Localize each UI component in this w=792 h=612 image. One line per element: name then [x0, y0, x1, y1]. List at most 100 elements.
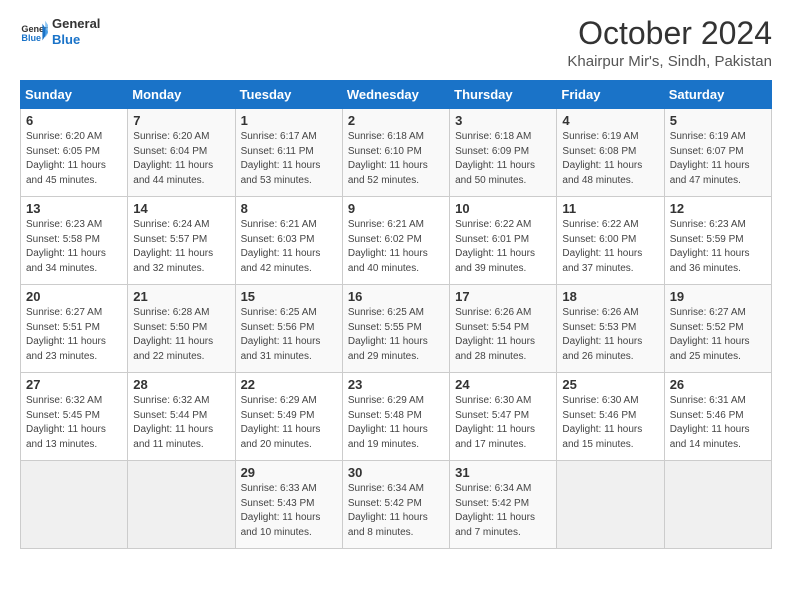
day-info: Sunrise: 6:29 AMSunset: 5:48 PMDaylight:…	[348, 394, 444, 452]
table-row: 13Sunrise: 6:23 AMSunset: 5:58 PMDayligh…	[21, 197, 128, 285]
table-row: 8 Sunrise: 6:21 AMSunset: 6:03 PMDaylight…	[235, 197, 342, 285]
header: General Blue General Blue October 2024 K…	[20, 16, 772, 70]
day-number: 27	[26, 377, 122, 392]
table-row: 18 Sunrise: 6:26 AMSunset: 5:53 PMDayligh…	[557, 285, 664, 373]
table-row: 25 Sunrise: 6:30 AMSunset: 5:46 PMDayligh…	[557, 373, 664, 461]
table-row: 27 Sunrise: 6:32 AMSunset: 5:45 PMDayligh…	[21, 373, 128, 461]
svg-text:Blue: Blue	[21, 33, 41, 43]
day-info: Sunrise: 6:25 AMSunset: 5:56 PMDaylight:…	[241, 306, 337, 364]
calendar-table: Sunday Monday Tuesday Wednesday Thursday…	[20, 80, 772, 549]
table-row: 14 Sunrise: 6:24 AMSunset: 5:57 PMDayligh…	[128, 197, 235, 285]
header-saturday: Saturday	[664, 81, 771, 109]
calendar-row: 27 Sunrise: 6:32 AMSunset: 5:45 PMDayligh…	[21, 373, 772, 461]
day-number: 3	[455, 113, 551, 128]
day-info: Sunrise: 6:25 AMSunset: 5:55 PMDaylight:…	[348, 306, 444, 364]
day-number: 26	[670, 377, 766, 392]
day-number: 14	[133, 201, 229, 216]
header-thursday: Thursday	[450, 81, 557, 109]
day-number: 2	[348, 113, 444, 128]
day-number: 6	[26, 113, 122, 128]
table-row: 6 Sunrise: 6:20 AMSunset: 6:05 PMDaylight…	[21, 109, 128, 197]
table-row: 26 Sunrise: 6:31 AMSunset: 5:46 PMDayligh…	[664, 373, 771, 461]
day-number: 18	[562, 289, 658, 304]
day-info: Sunrise: 6:30 AMSunset: 5:47 PMDaylight:…	[455, 394, 551, 452]
table-row: 23Sunrise: 6:29 AMSunset: 5:48 PMDayligh…	[342, 373, 449, 461]
day-number: 8	[241, 201, 337, 216]
day-info: Sunrise: 6:24 AMSunset: 5:57 PMDaylight:…	[133, 218, 229, 276]
table-row: 9Sunrise: 6:21 AMSunset: 6:02 PMDaylight…	[342, 197, 449, 285]
day-number: 20	[26, 289, 122, 304]
table-row: 31Sunrise: 6:34 AMSunset: 5:42 PMDayligh…	[450, 461, 557, 549]
page: General Blue General Blue October 2024 K…	[0, 0, 792, 612]
logo: General Blue General Blue	[20, 16, 100, 47]
table-row: 12 Sunrise: 6:23 AMSunset: 5:59 PMDayligh…	[664, 197, 771, 285]
day-number: 25	[562, 377, 658, 392]
header-tuesday: Tuesday	[235, 81, 342, 109]
day-info: Sunrise: 6:26 AMSunset: 5:53 PMDaylight:…	[562, 306, 658, 364]
header-monday: Monday	[128, 81, 235, 109]
day-info: Sunrise: 6:20 AMSunset: 6:05 PMDaylight:…	[26, 130, 122, 188]
header-friday: Friday	[557, 81, 664, 109]
table-row: 17Sunrise: 6:26 AMSunset: 5:54 PMDayligh…	[450, 285, 557, 373]
day-info: Sunrise: 6:21 AMSunset: 6:03 PMDaylight:…	[241, 218, 337, 276]
day-info: Sunrise: 6:19 AMSunset: 6:07 PMDaylight:…	[670, 130, 766, 188]
calendar-row: 20 Sunrise: 6:27 AMSunset: 5:51 PMDayligh…	[21, 285, 772, 373]
table-row: 1 Sunrise: 6:17 AMSunset: 6:11 PMDaylight…	[235, 109, 342, 197]
table-row	[128, 461, 235, 549]
day-info: Sunrise: 6:18 AMSunset: 6:09 PMDaylight:…	[455, 130, 551, 188]
header-wednesday: Wednesday	[342, 81, 449, 109]
weekday-header-row: Sunday Monday Tuesday Wednesday Thursday…	[21, 81, 772, 109]
day-number: 12	[670, 201, 766, 216]
logo-blue: Blue	[52, 32, 100, 48]
table-row: 11 Sunrise: 6:22 AMSunset: 6:00 PMDayligh…	[557, 197, 664, 285]
day-info: Sunrise: 6:31 AMSunset: 5:46 PMDaylight:…	[670, 394, 766, 452]
calendar-row: 13Sunrise: 6:23 AMSunset: 5:58 PMDayligh…	[21, 197, 772, 285]
day-info: Sunrise: 6:32 AMSunset: 5:45 PMDaylight:…	[26, 394, 122, 452]
day-info: Sunrise: 6:28 AMSunset: 5:50 PMDaylight:…	[133, 306, 229, 364]
table-row: 15 Sunrise: 6:25 AMSunset: 5:56 PMDayligh…	[235, 285, 342, 373]
logo-general: General	[52, 16, 100, 32]
day-info: Sunrise: 6:18 AMSunset: 6:10 PMDaylight:…	[348, 130, 444, 188]
day-info: Sunrise: 6:19 AMSunset: 6:08 PMDaylight:…	[562, 130, 658, 188]
day-info: Sunrise: 6:34 AMSunset: 5:42 PMDaylight:…	[348, 482, 444, 540]
day-info: Sunrise: 6:20 AMSunset: 6:04 PMDaylight:…	[133, 130, 229, 188]
table-row: 10Sunrise: 6:22 AMSunset: 6:01 PMDayligh…	[450, 197, 557, 285]
day-number: 4	[562, 113, 658, 128]
day-info: Sunrise: 6:32 AMSunset: 5:44 PMDaylight:…	[133, 394, 229, 452]
table-row: 22 Sunrise: 6:29 AMSunset: 5:49 PMDayligh…	[235, 373, 342, 461]
day-number: 15	[241, 289, 337, 304]
day-number: 1	[241, 113, 337, 128]
day-info: Sunrise: 6:23 AMSunset: 5:58 PMDaylight:…	[26, 218, 122, 276]
day-number: 30	[348, 465, 444, 480]
day-info: Sunrise: 6:17 AMSunset: 6:11 PMDaylight:…	[241, 130, 337, 188]
day-info: Sunrise: 6:29 AMSunset: 5:49 PMDaylight:…	[241, 394, 337, 452]
table-row: 29Sunrise: 6:33 AMSunset: 5:43 PMDayligh…	[235, 461, 342, 549]
table-row	[557, 461, 664, 549]
day-info: Sunrise: 6:33 AMSunset: 5:43 PMDaylight:…	[241, 482, 337, 540]
day-info: Sunrise: 6:26 AMSunset: 5:54 PMDaylight:…	[455, 306, 551, 364]
day-number: 11	[562, 201, 658, 216]
day-number: 7	[133, 113, 229, 128]
day-number: 16	[348, 289, 444, 304]
day-info: Sunrise: 6:30 AMSunset: 5:46 PMDaylight:…	[562, 394, 658, 452]
month-title: October 2024	[567, 16, 772, 51]
table-row: 28Sunrise: 6:32 AMSunset: 5:44 PMDayligh…	[128, 373, 235, 461]
day-number: 5	[670, 113, 766, 128]
day-info: Sunrise: 6:34 AMSunset: 5:42 PMDaylight:…	[455, 482, 551, 540]
table-row: 7 Sunrise: 6:20 AMSunset: 6:04 PMDaylight…	[128, 109, 235, 197]
day-number: 19	[670, 289, 766, 304]
day-number: 21	[133, 289, 229, 304]
title-block: October 2024 Khairpur Mir's, Sindh, Paki…	[567, 16, 772, 70]
logo-icon: General Blue	[20, 18, 48, 46]
location-title: Khairpur Mir's, Sindh, Pakistan	[567, 53, 772, 70]
day-info: Sunrise: 6:22 AMSunset: 6:01 PMDaylight:…	[455, 218, 551, 276]
calendar-row: 29Sunrise: 6:33 AMSunset: 5:43 PMDayligh…	[21, 461, 772, 549]
day-number: 22	[241, 377, 337, 392]
day-info: Sunrise: 6:27 AMSunset: 5:51 PMDaylight:…	[26, 306, 122, 364]
calendar-row: 6 Sunrise: 6:20 AMSunset: 6:05 PMDaylight…	[21, 109, 772, 197]
day-info: Sunrise: 6:22 AMSunset: 6:00 PMDaylight:…	[562, 218, 658, 276]
day-info: Sunrise: 6:23 AMSunset: 5:59 PMDaylight:…	[670, 218, 766, 276]
day-number: 9	[348, 201, 444, 216]
table-row: 5 Sunrise: 6:19 AMSunset: 6:07 PMDaylight…	[664, 109, 771, 197]
header-sunday: Sunday	[21, 81, 128, 109]
